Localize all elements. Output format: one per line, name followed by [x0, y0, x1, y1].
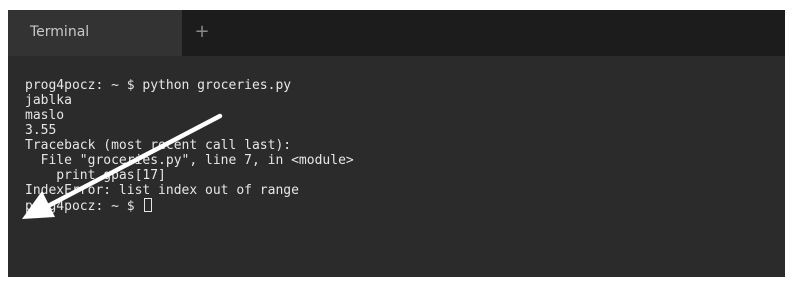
terminal-line: IndexError: list index out of range — [25, 183, 299, 198]
tab-terminal[interactable]: Terminal — [8, 10, 182, 56]
terminal-line: 3.55 — [25, 123, 57, 138]
terminal-line: maslo — [25, 108, 65, 123]
terminal-line: prog4pocz: ~ $ python groceries.py — [25, 78, 292, 93]
terminal-prompt: prog4pocz: ~ $ — [25, 199, 143, 214]
terminal-output[interactable]: prog4pocz: ~ $ python groceries.py jablk… — [25, 78, 775, 214]
terminal-window: Terminal + prog4pocz: ~ $ python groceri… — [8, 10, 785, 277]
terminal-line: Traceback (most recent call last): — [25, 138, 292, 153]
terminal-prompt-line[interactable]: prog4pocz: ~ $ — [25, 198, 775, 214]
tab-bar: Terminal + — [8, 10, 785, 56]
terminal-line: File "groceries.py", line 7, in <module> — [25, 153, 354, 168]
terminal-line: print gpas[17] — [25, 168, 166, 183]
tab-terminal-label: Terminal — [30, 24, 90, 40]
terminal-line: jablka — [25, 93, 72, 108]
new-tab-button[interactable]: + — [192, 21, 212, 43]
text-cursor — [144, 198, 153, 212]
